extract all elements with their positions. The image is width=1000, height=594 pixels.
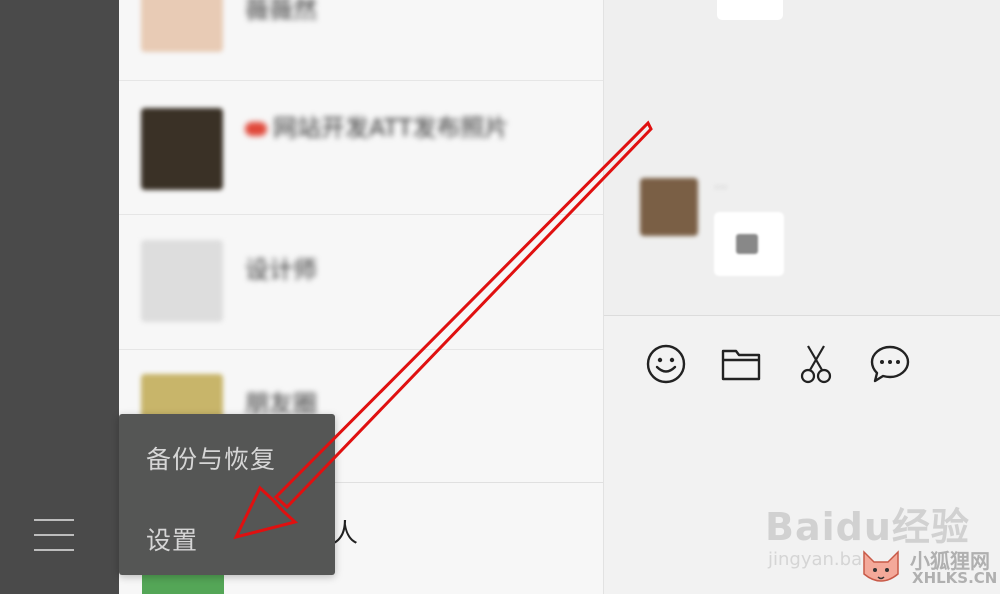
sidebar (0, 0, 119, 594)
menu-item-backup-restore[interactable]: 备份与恢复 (146, 440, 276, 476)
message-bubble (717, 0, 783, 20)
chat-bubble-icon[interactable] (868, 342, 912, 386)
fox-logo-icon (863, 550, 899, 582)
watermark-brand: Baidu经验 (765, 505, 970, 549)
avatar (640, 178, 698, 236)
emoji-icon[interactable] (644, 342, 688, 386)
message-area: ··· (604, 0, 1000, 316)
watermark-url: jingyan.ba (768, 549, 863, 570)
badge-icon (245, 122, 267, 136)
chat-item-name: 设计师 (245, 256, 317, 284)
partial-label: 人 (332, 519, 359, 549)
avatar (141, 108, 223, 190)
chat-item[interactable]: 设计师 (119, 215, 603, 350)
popup-menu: 备份与恢复 设置 (119, 414, 335, 575)
chat-item[interactable]: 薇薇然 (119, 0, 603, 81)
chat-item[interactable]: 网站开发ATT发布照片 (119, 81, 603, 215)
avatar (141, 240, 223, 322)
message-bubble (714, 212, 784, 276)
scissors-icon[interactable] (794, 342, 838, 386)
folder-icon[interactable] (719, 342, 763, 386)
avatar (141, 0, 223, 52)
hamburger-icon[interactable] (34, 517, 74, 553)
chat-item-name: 网站开发ATT发布照片 (245, 108, 508, 143)
sender-name: ··· (714, 180, 728, 196)
watermark-site-en: XHLKS.CN (912, 569, 998, 587)
chat-item-name: 薇薇然 (245, 0, 317, 24)
chat-item-name-text: 网站开发ATT发布照片 (273, 114, 509, 142)
menu-item-settings[interactable]: 设置 (146, 521, 198, 557)
